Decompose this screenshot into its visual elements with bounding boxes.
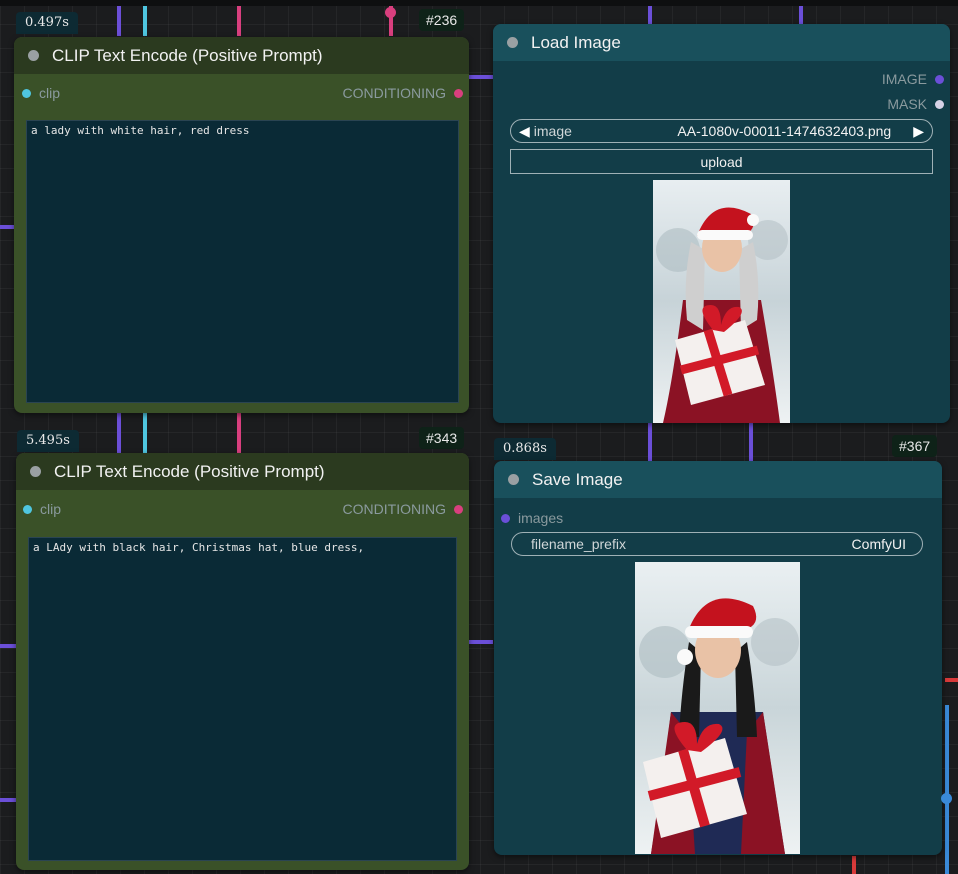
execution-time-badge: 0.497s [16, 12, 78, 34]
link-wire [237, 6, 241, 36]
link-wire [648, 422, 652, 462]
mask-output-slot[interactable]: MASK [887, 96, 944, 112]
image-preview [653, 180, 790, 423]
slot-label: CONDITIONING [342, 85, 446, 101]
link-wire [469, 640, 493, 644]
link-wire [852, 856, 856, 874]
clip-text-encode-node[interactable]: CLIP Text Encode (Positive Prompt) clip … [16, 453, 469, 870]
output-dot-icon[interactable] [454, 504, 463, 514]
link-wire [749, 422, 753, 462]
node-title: CLIP Text Encode (Positive Prompt) [52, 45, 323, 65]
slot-label: MASK [887, 96, 927, 112]
node-titlebar[interactable]: Load Image [493, 24, 950, 61]
link-wire [0, 644, 16, 648]
widget-value: ComfyUI [851, 536, 906, 552]
clip-input-slot[interactable]: clip [23, 501, 61, 517]
link-wire [648, 6, 652, 24]
node-id-badge: #343 [419, 427, 465, 449]
image-preview [635, 562, 800, 854]
link-wire [945, 678, 958, 682]
upload-button[interactable]: upload [510, 149, 933, 174]
slot-label: images [518, 510, 564, 526]
execution-time-badge: 5.495s [17, 430, 79, 452]
arrow-left-icon[interactable]: ◀ [519, 123, 530, 140]
conditioning-output-slot[interactable]: CONDITIONING [343, 501, 463, 517]
node-title: CLIP Text Encode (Positive Prompt) [54, 461, 325, 481]
clip-text-encode-node[interactable]: CLIP Text Encode (Positive Prompt) clip … [14, 37, 469, 413]
link-wire [945, 705, 949, 874]
output-dot-icon[interactable] [935, 99, 944, 109]
photo-preview-woman-red-dress-icon [653, 180, 790, 423]
conditioning-output-slot[interactable]: CONDITIONING [343, 85, 463, 101]
photo-preview-woman-blue-dress-icon [635, 562, 800, 854]
widget-value: AA-1080v-00011-1474632403.png [677, 123, 892, 139]
node-id-badge: #236 [419, 9, 465, 31]
prompt-textarea[interactable]: a lady with white hair, red dress [26, 120, 459, 403]
arrow-right-icon[interactable]: ▶ [913, 123, 924, 140]
node-id-badge: #367 [892, 435, 938, 457]
output-dot-icon[interactable] [935, 74, 944, 84]
collapse-dot-icon[interactable] [30, 466, 41, 477]
collapse-dot-icon[interactable] [28, 50, 39, 61]
link-connector [385, 7, 396, 18]
node-titlebar[interactable]: CLIP Text Encode (Positive Prompt) [14, 37, 469, 74]
slot-label: CONDITIONING [342, 501, 446, 517]
output-dot-icon[interactable] [454, 88, 463, 98]
node-titlebar[interactable]: Save Image [494, 461, 942, 498]
link-wire [799, 6, 803, 24]
link-wire [143, 6, 147, 36]
link-wire [469, 75, 493, 79]
images-input-slot[interactable]: images [501, 510, 563, 526]
input-dot-icon[interactable] [501, 513, 510, 523]
link-connector [941, 793, 952, 804]
load-image-node[interactable]: Load Image IMAGE MASK ◀ image AA-1080v-0… [493, 24, 950, 423]
slot-label: IMAGE [881, 71, 927, 87]
node-titlebar[interactable]: CLIP Text Encode (Positive Prompt) [16, 453, 469, 490]
link-wire [0, 798, 16, 802]
link-wire [143, 413, 147, 453]
link-wire [117, 6, 121, 36]
slot-label: clip [39, 85, 61, 101]
image-output-slot[interactable]: IMAGE [882, 71, 944, 87]
node-title: Save Image [532, 469, 623, 489]
prompt-textarea[interactable]: a LAdy with black hair, Christmas hat, b… [28, 537, 457, 861]
collapse-dot-icon[interactable] [507, 37, 518, 48]
clip-input-slot[interactable]: clip [22, 85, 60, 101]
widget-label: image [533, 123, 572, 139]
slot-label: clip [40, 501, 62, 517]
input-dot-icon[interactable] [22, 88, 31, 98]
node-title: Load Image [531, 32, 621, 52]
input-dot-icon[interactable] [23, 504, 32, 514]
execution-time-badge: 0.868s [494, 438, 556, 460]
filename-prefix-widget[interactable]: filename_prefix ComfyUI [511, 532, 923, 556]
link-wire [237, 413, 241, 453]
link-wire [117, 413, 121, 453]
save-image-node[interactable]: Save Image images filename_prefix ComfyU… [494, 461, 942, 855]
widget-label: filename_prefix [531, 536, 626, 552]
collapse-dot-icon[interactable] [508, 474, 519, 485]
image-combo-widget[interactable]: ◀ image AA-1080v-00011-1474632403.png ▶ [510, 119, 933, 143]
